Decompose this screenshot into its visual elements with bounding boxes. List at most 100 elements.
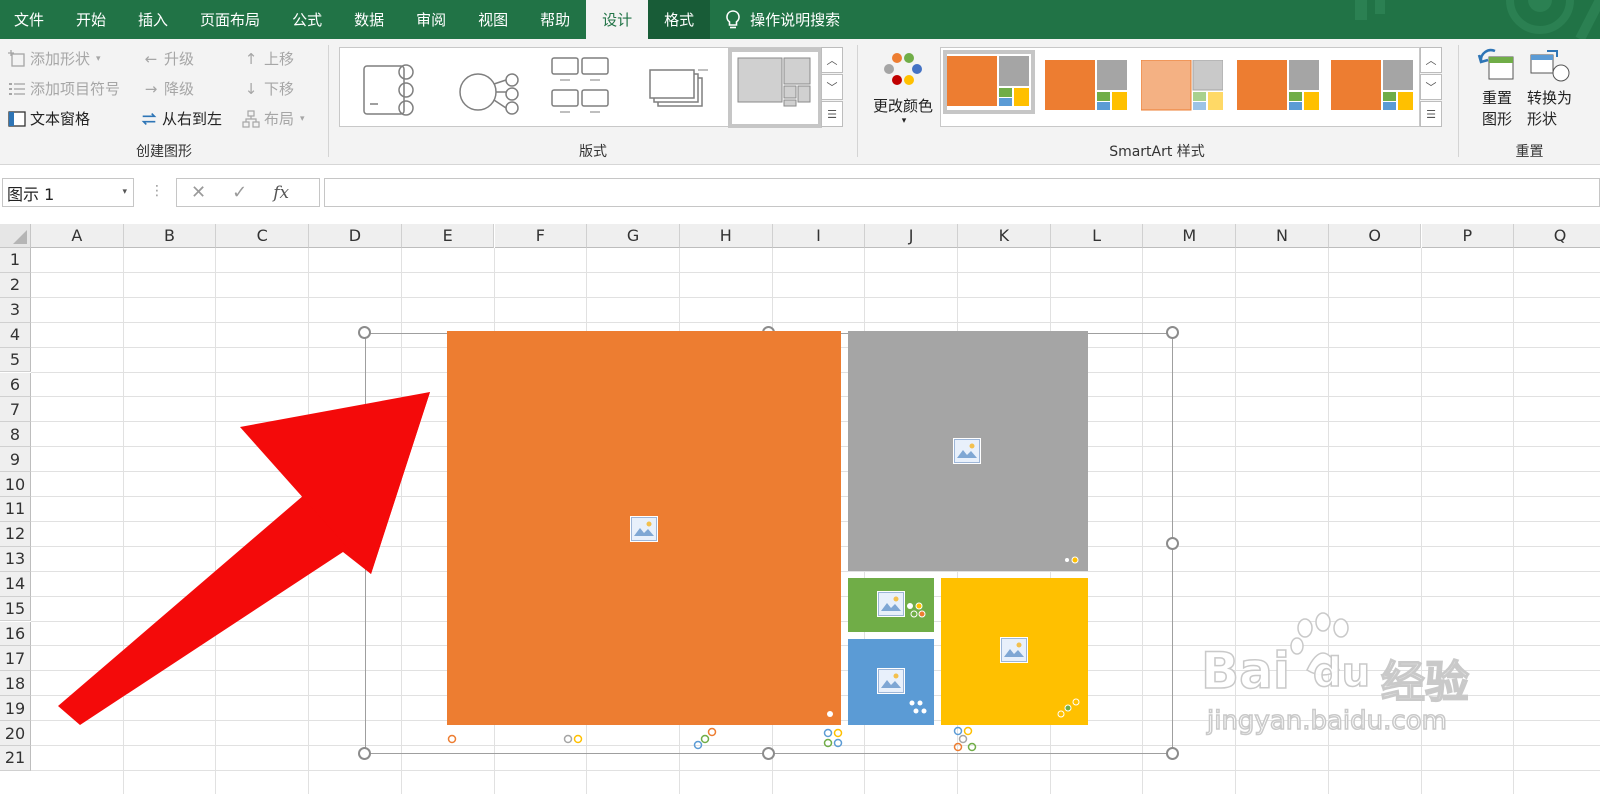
text-pane-button[interactable]: 文本窗格 — [8, 108, 90, 129]
row-header-20[interactable]: 20 — [0, 721, 31, 746]
style-thumbnail[interactable] — [1045, 60, 1127, 112]
row-header-12[interactable]: 12 — [0, 521, 31, 547]
column-header-l[interactable]: L — [1050, 224, 1144, 248]
column-header-e[interactable]: E — [401, 224, 495, 248]
layout-thumbnail-selected[interactable] — [728, 48, 822, 128]
row-header-21[interactable]: 21 — [0, 746, 31, 771]
row-header-14[interactable]: 14 — [0, 571, 31, 597]
column-header-h[interactable]: H — [679, 224, 773, 248]
row-header-2[interactable]: 2 — [0, 272, 31, 298]
column-header-c[interactable]: C — [216, 224, 310, 248]
tab-file[interactable]: 文件 — [0, 0, 60, 39]
tab-help[interactable]: 帮助 — [524, 0, 586, 39]
gallery-more[interactable]: ☰ — [821, 101, 843, 127]
style-thumbnail-selected[interactable] — [943, 50, 1035, 114]
picture-placeholder-icon[interactable] — [878, 669, 904, 693]
row-header-17[interactable]: 17 — [0, 646, 31, 672]
row-header-11[interactable]: 11 — [0, 497, 31, 522]
column-header-f[interactable]: F — [494, 224, 588, 248]
row-header-10[interactable]: 10 — [0, 472, 31, 497]
tab-page-layout[interactable]: 页面布局 — [184, 0, 276, 39]
tab-format[interactable]: 格式 — [648, 0, 711, 39]
smartart-shape-medium[interactable] — [941, 578, 1088, 725]
tab-insert[interactable]: 插入 — [122, 0, 184, 39]
styles-more[interactable]: ☰ — [1420, 101, 1442, 127]
name-box[interactable]: 图示 1 ▾ — [2, 178, 134, 207]
row-header-1[interactable]: 1 — [0, 248, 31, 273]
column-header-n[interactable]: N — [1236, 224, 1329, 248]
row-header-13[interactable]: 13 — [0, 546, 31, 572]
formula-input[interactable] — [324, 178, 1600, 207]
row-header-5[interactable]: 5 — [0, 347, 31, 373]
smartart-shape-small-blue[interactable] — [848, 639, 934, 725]
change-colors-button[interactable]: 更改颜色 ▾ — [868, 49, 938, 129]
row-header-7[interactable]: 7 — [0, 397, 31, 423]
layout-thumbnail[interactable] — [448, 54, 528, 122]
layout-thumbnail[interactable] — [540, 54, 620, 122]
smartart-shape-top-right[interactable] — [848, 331, 1088, 571]
promote-button[interactable]: ← 升级 — [142, 48, 194, 69]
styles-scroll-down[interactable]: ﹀ — [1420, 74, 1442, 100]
select-all-corner[interactable] — [0, 224, 31, 248]
resize-handle-bottom-left[interactable] — [358, 747, 371, 760]
gallery-scroll-down[interactable]: ﹀ — [821, 74, 843, 100]
layout-thumbnail[interactable] — [354, 54, 434, 122]
resize-handle-right[interactable] — [1166, 537, 1179, 550]
gallery-scroll-up[interactable]: ︿ — [821, 47, 843, 73]
tab-view[interactable]: 视图 — [462, 0, 524, 39]
layout-button[interactable]: 布局 ▾ — [242, 108, 305, 129]
column-header-p[interactable]: P — [1421, 224, 1515, 248]
column-header-k[interactable]: K — [958, 224, 1051, 248]
column-header-q[interactable]: Q — [1514, 224, 1600, 248]
tab-design[interactable]: 设计 — [586, 0, 649, 39]
move-up-button[interactable]: ↑ 上移 — [242, 48, 294, 69]
picture-placeholder-icon[interactable] — [1001, 638, 1027, 662]
row-header-19[interactable]: 19 — [0, 696, 31, 722]
tab-formulas[interactable]: 公式 — [276, 0, 338, 39]
row-header-3[interactable]: 3 — [0, 297, 31, 323]
picture-placeholder-icon[interactable] — [878, 592, 904, 616]
reset-graphic-button[interactable]: 重置 图形 — [1473, 47, 1521, 129]
row-header-4[interactable]: 4 — [0, 322, 31, 348]
drag-handle-icon[interactable]: ⋮ — [150, 183, 164, 199]
column-header-g[interactable]: G — [587, 224, 680, 248]
resize-handle-top-left[interactable] — [358, 326, 371, 339]
add-bullet-button[interactable]: 添加项目符号 — [8, 78, 120, 99]
move-down-button[interactable]: ↓ 下移 — [242, 78, 294, 99]
style-thumbnail[interactable] — [1140, 59, 1224, 112]
row-header-6[interactable]: 6 — [0, 372, 31, 398]
style-thumbnail[interactable] — [1331, 60, 1413, 112]
row-header-15[interactable]: 15 — [0, 596, 31, 622]
picture-placeholder-icon[interactable] — [954, 439, 980, 463]
picture-placeholder-icon[interactable] — [631, 517, 657, 541]
right-to-left-button[interactable]: 从右到左 — [140, 108, 222, 129]
convert-to-shapes-button[interactable]: 转换为 形状 — [1527, 47, 1600, 129]
insert-function-icon[interactable]: fx — [273, 183, 289, 203]
column-header-i[interactable]: I — [772, 224, 866, 248]
column-header-m[interactable]: M — [1143, 224, 1237, 248]
row-header-9[interactable]: 9 — [0, 447, 31, 473]
column-header-j[interactable]: J — [865, 224, 958, 248]
cancel-icon[interactable]: ✕ — [191, 182, 206, 203]
add-shape-button[interactable]: 添加形状 ▾ — [8, 48, 101, 69]
tab-home[interactable]: 开始 — [60, 0, 122, 39]
layout-thumbnail[interactable] — [636, 54, 716, 122]
column-header-a[interactable]: A — [31, 224, 124, 248]
styles-scroll-up[interactable]: ︿ — [1420, 47, 1442, 73]
tell-me-search[interactable]: 操作说明搜索 — [710, 0, 840, 39]
tab-review[interactable]: 审阅 — [400, 0, 462, 39]
row-header-18[interactable]: 18 — [0, 671, 31, 697]
style-thumbnail[interactable] — [1237, 60, 1319, 112]
demote-button[interactable]: → 降级 — [142, 78, 194, 99]
resize-handle-bottom-right[interactable] — [1166, 747, 1179, 760]
column-header-b[interactable]: B — [123, 224, 217, 248]
row-header-8[interactable]: 8 — [0, 422, 31, 448]
column-header-d[interactable]: D — [309, 224, 402, 248]
column-header-o[interactable]: O — [1328, 224, 1422, 248]
row-header-16[interactable]: 16 — [0, 621, 31, 647]
enter-check-icon[interactable]: ✓ — [232, 182, 247, 203]
smartart-shape-large[interactable] — [447, 331, 841, 725]
tab-data[interactable]: 数据 — [338, 0, 400, 39]
resize-handle-top-right[interactable] — [1166, 326, 1179, 339]
smartart-shape-small-green[interactable] — [848, 578, 934, 632]
